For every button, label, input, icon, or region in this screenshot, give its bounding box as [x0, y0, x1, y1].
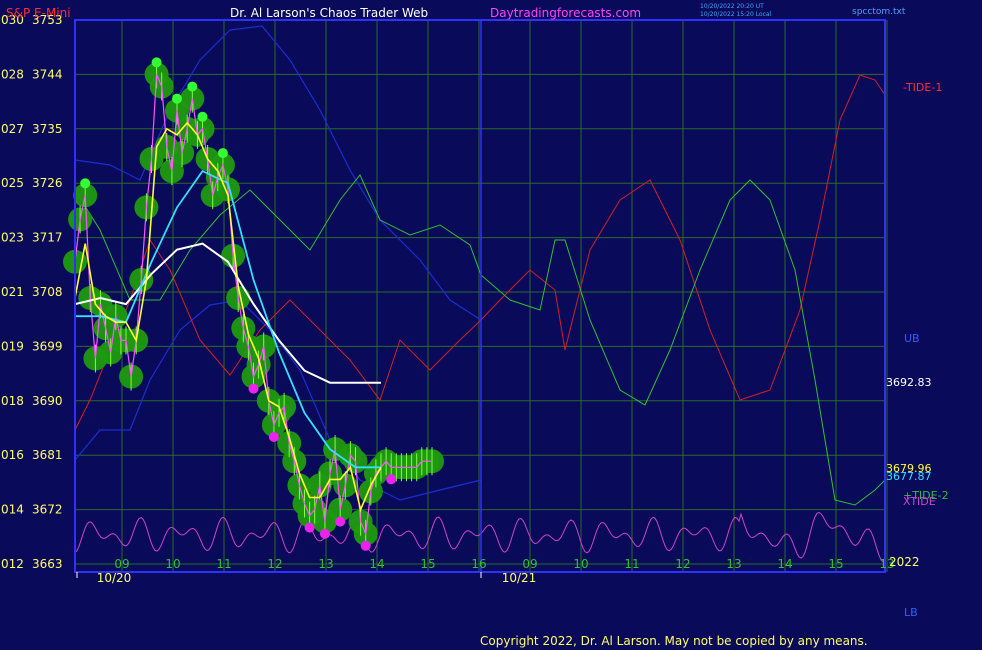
x-date-label: 10/20: [97, 571, 132, 585]
year-label: 2022: [889, 555, 920, 569]
y-tick-code: 012: [1, 557, 24, 571]
ub-label: UB: [904, 332, 920, 345]
x-tick-hour: 11: [216, 557, 231, 571]
low-dot: [386, 474, 397, 485]
x-tick-hour: 11: [624, 557, 639, 571]
low-dot: [319, 528, 330, 539]
x-date-label: 10/21: [502, 571, 537, 585]
x-tick-hour: 10: [165, 557, 180, 571]
y-tick-code: 021: [1, 285, 24, 299]
high-dot: [80, 178, 91, 189]
high-dot: [187, 81, 198, 92]
xtide-label: XTIDE: [903, 495, 936, 508]
copyright-text: Copyright 2022, Dr. Al Larson. May not b…: [480, 634, 868, 648]
lb-label: LB: [904, 606, 918, 619]
y-tick-price: 3699: [32, 339, 63, 353]
x-tick-hour: 09: [522, 557, 537, 571]
title-label: Dr. Al Larson's Chaos Trader Web: [230, 6, 428, 20]
symbol-label: S&P E-Mini: [6, 6, 71, 20]
high-dot: [217, 148, 228, 159]
y-tick-price: 3726: [32, 176, 63, 190]
y-tick-price: 3744: [32, 67, 63, 81]
y-tick-price: 3708: [32, 285, 63, 299]
y-tick-price: 3663: [32, 557, 63, 571]
x-tick-hour: 12: [267, 557, 282, 571]
y-tick-price: 3681: [32, 448, 63, 462]
x-tick-hour: 13: [318, 557, 333, 571]
y-tick-code: 018: [1, 394, 24, 408]
chart-root: 030 3753 028 3744 027 3735 025 3726 023 3717 021 37…: [0, 0, 982, 650]
low-dot: [248, 383, 259, 394]
last-price-white: 3692.83: [886, 376, 932, 389]
x-tick-hour: 13: [726, 557, 741, 571]
high-dot: [197, 111, 208, 122]
tide1-label: -TIDE-1: [903, 81, 942, 94]
timestamp-ut: 10/20/2022 20:20 UT: [700, 3, 764, 10]
y-tick-price: 3717: [32, 231, 63, 245]
y-tick-code: 019: [1, 339, 24, 353]
x-tick-hour: 15: [420, 557, 435, 571]
chaos-trader-chart: 030 3753028 3744027 3735025 3726023 3717021 37…: [0, 0, 982, 650]
y-tick-code: 014: [1, 503, 24, 517]
y-tick-code: 028: [1, 67, 24, 81]
chart-background: [0, 0, 982, 650]
site-label: Daytradingforecasts.com: [490, 6, 641, 20]
x-tick-hour: 15: [828, 557, 843, 571]
x-tick-hour: 14: [777, 557, 792, 571]
low-dot: [268, 431, 279, 442]
y-tick-code: 027: [1, 122, 24, 136]
timestamp-local: 10/20/2022 15:20 Local: [700, 11, 772, 18]
y-tick-code: 016: [1, 448, 24, 462]
x-tick-hour: 10: [573, 557, 588, 571]
high-dot: [172, 93, 182, 104]
low-dot: [360, 540, 371, 551]
file-label: spcctom.txt: [852, 7, 906, 17]
y-tick-code: 025: [1, 176, 24, 190]
y-tick-price: 3735: [32, 122, 63, 136]
last-price-cyan: 3677.87: [886, 470, 932, 483]
x-tick-hour: 12: [675, 557, 690, 571]
low-dot: [304, 522, 315, 533]
x-tick-hour: 16: [471, 557, 486, 571]
y-tick-code: 023: [1, 231, 24, 245]
x-tick-hour: 14: [369, 557, 384, 571]
high-dot: [151, 57, 162, 68]
low-dot: [335, 516, 346, 527]
y-tick-price: 3672: [32, 503, 63, 517]
y-tick-price: 3690: [32, 394, 63, 408]
x-tick-hour: 09: [114, 557, 129, 571]
